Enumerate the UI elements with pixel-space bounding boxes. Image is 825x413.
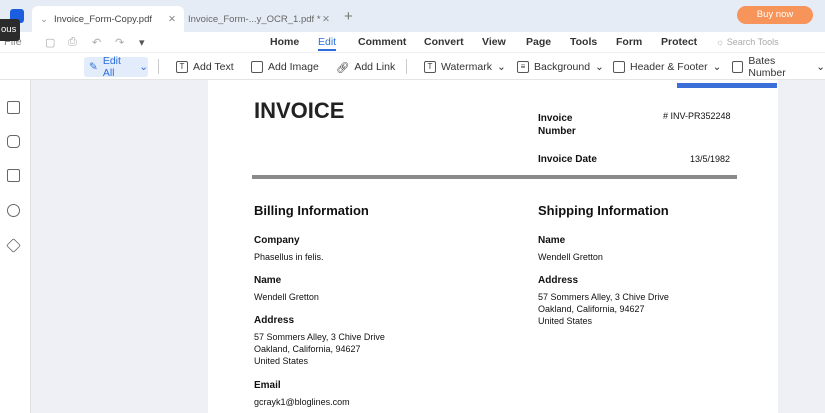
invoice-number: # INV-PR352248 <box>663 111 731 121</box>
menu-form[interactable]: Form <box>616 36 642 48</box>
customize-icon[interactable]: ▾ <box>139 36 145 49</box>
label: Edit All <box>102 55 121 79</box>
tooltip: ous <box>0 19 20 41</box>
menu-protect[interactable]: Protect <box>661 36 697 48</box>
chevron-down-icon: ⌄ <box>595 61 604 73</box>
buy-now-button[interactable]: Buy now <box>737 6 813 24</box>
shipping-address-label: Address <box>538 275 579 286</box>
add-image-button[interactable]: Add Image <box>251 57 319 77</box>
billing-address-line2: Oakland, California, 94627 <box>254 344 361 354</box>
divider <box>158 59 159 74</box>
layers-icon[interactable] <box>6 238 21 253</box>
billing-address-line3: United States <box>254 356 309 366</box>
tab-label: Invoice_Form-...y_OCR_1.pdf * <box>188 13 321 25</box>
menu-edit[interactable]: Edit <box>318 36 337 51</box>
bookmark-icon[interactable] <box>7 101 20 114</box>
add-text-button[interactable]: T Add Text <box>176 57 234 77</box>
invoice-date: 13/5/1982 <box>690 154 731 164</box>
tab-bar: ⌄ Invoice_Form-Copy.pdf ✕ Invoice_Form-...… <box>0 0 825 32</box>
pen-icon: ✎ <box>89 61 98 73</box>
bates-number-button[interactable]: Bates Number ⌄ <box>732 55 825 79</box>
search-placeholder: Search Tools <box>726 37 779 47</box>
tab-label: Invoice_Form-Copy.pdf <box>53 13 152 25</box>
chevron-down-icon: ⌄ <box>816 61 825 73</box>
company-value: Phasellus in felis. <box>254 252 324 262</box>
shipping-name-label: Name <box>538 235 566 246</box>
link-icon: 🔗︎ <box>336 61 350 74</box>
image-icon <box>251 61 263 73</box>
shipping-heading: Shipping Information <box>538 203 669 218</box>
billing-address-line1: 57 Sommers Alley, 3 Chive Drive <box>254 332 385 342</box>
shipping-address-line1: 57 Sommers Alley, 3 Chive Drive <box>538 292 669 302</box>
chevron-icon: ⌄ <box>40 13 48 25</box>
chevron-down-icon: ⌄ <box>496 61 506 73</box>
label: Add Link <box>354 61 396 73</box>
menu-home[interactable]: Home <box>270 36 299 48</box>
label: Header & Footer <box>630 61 708 73</box>
undo-icon[interactable]: ↶ <box>92 36 101 49</box>
search-icon[interactable] <box>7 204 20 217</box>
new-tab-button[interactable]: + <box>344 8 353 25</box>
menu-page[interactable]: Page <box>526 36 551 48</box>
text-icon: T <box>176 61 188 73</box>
menu-tools[interactable]: Tools <box>570 36 597 48</box>
email-label: Email <box>254 380 281 391</box>
close-tab-icon[interactable]: ✕ <box>322 14 330 25</box>
shipping-name: Wendell Gretton <box>538 252 603 262</box>
menu-comment[interactable]: Comment <box>358 36 406 48</box>
tab-invoice-form-copy[interactable]: ⌄ Invoice_Form-Copy.pdf ✕ <box>32 6 184 32</box>
invoice-number-label: Invoice Number <box>538 113 576 137</box>
menu-bar: File ▢ ⎙ ↶ ↷ ▾ Home Edit Comment Convert… <box>0 32 825 53</box>
billing-address-label: Address <box>254 315 295 326</box>
divider-rule <box>252 175 737 179</box>
email-value: gcrayk1@bloglines.com <box>254 397 350 407</box>
chevron-down-icon: ⌄ <box>139 61 148 73</box>
save-icon[interactable]: ▢ <box>45 36 55 49</box>
billing-heading: Billing Information <box>254 203 369 218</box>
shipping-address-line2: Oakland, California, 94627 <box>538 304 645 314</box>
billing-name: Wendell Gretton <box>254 292 319 302</box>
label: Background <box>534 61 591 73</box>
invoice-date-label: Invoice Date <box>538 154 597 165</box>
label: Watermark <box>441 61 492 73</box>
header-footer-icon <box>613 61 625 73</box>
company-label: Company <box>254 235 300 246</box>
menu-convert[interactable]: Convert <box>424 36 464 48</box>
menu-view[interactable]: View <box>482 36 506 48</box>
label: Add Text <box>193 61 234 73</box>
edit-toolbar: ✎ Edit All ⌄ T Add Text Add Image 🔗︎ Add Lin… <box>0 53 825 80</box>
selection-bar <box>677 83 777 88</box>
bates-icon <box>732 61 744 73</box>
background-button[interactable]: ≡ Background ⌄ <box>517 57 604 77</box>
print-icon[interactable]: ⎙ <box>68 36 77 49</box>
close-tab-icon[interactable]: ✕ <box>168 14 176 25</box>
watermark-icon: T <box>424 61 436 73</box>
divider <box>406 59 407 74</box>
left-sidebar <box>0 80 31 413</box>
comment-icon[interactable] <box>7 135 20 148</box>
redo-icon[interactable]: ↷ <box>115 36 124 49</box>
tab-invoice-form-ocr[interactable]: Invoice_Form-...y_OCR_1.pdf * ✕ <box>188 6 338 32</box>
background-icon: ≡ <box>517 61 529 73</box>
add-link-button[interactable]: 🔗︎ Add Link <box>336 57 395 77</box>
edit-all-button[interactable]: ✎ Edit All ⌄ <box>84 55 148 79</box>
shipping-address-line3: United States <box>538 316 593 326</box>
search-tools[interactable]: ☼ Search Tools <box>716 37 779 47</box>
header-footer-button[interactable]: Header & Footer ⌄ <box>613 57 721 77</box>
lightbulb-icon: ☼ <box>716 37 727 47</box>
label: Bates Number <box>748 55 786 79</box>
billing-name-label: Name <box>254 275 282 286</box>
thumbnail-icon[interactable] <box>7 169 20 182</box>
invoice-title: INVOICE <box>254 98 345 123</box>
label: Add Image <box>268 61 319 73</box>
chevron-down-icon: ⌄ <box>712 61 722 73</box>
watermark-button[interactable]: T Watermark ⌄ <box>424 57 506 77</box>
